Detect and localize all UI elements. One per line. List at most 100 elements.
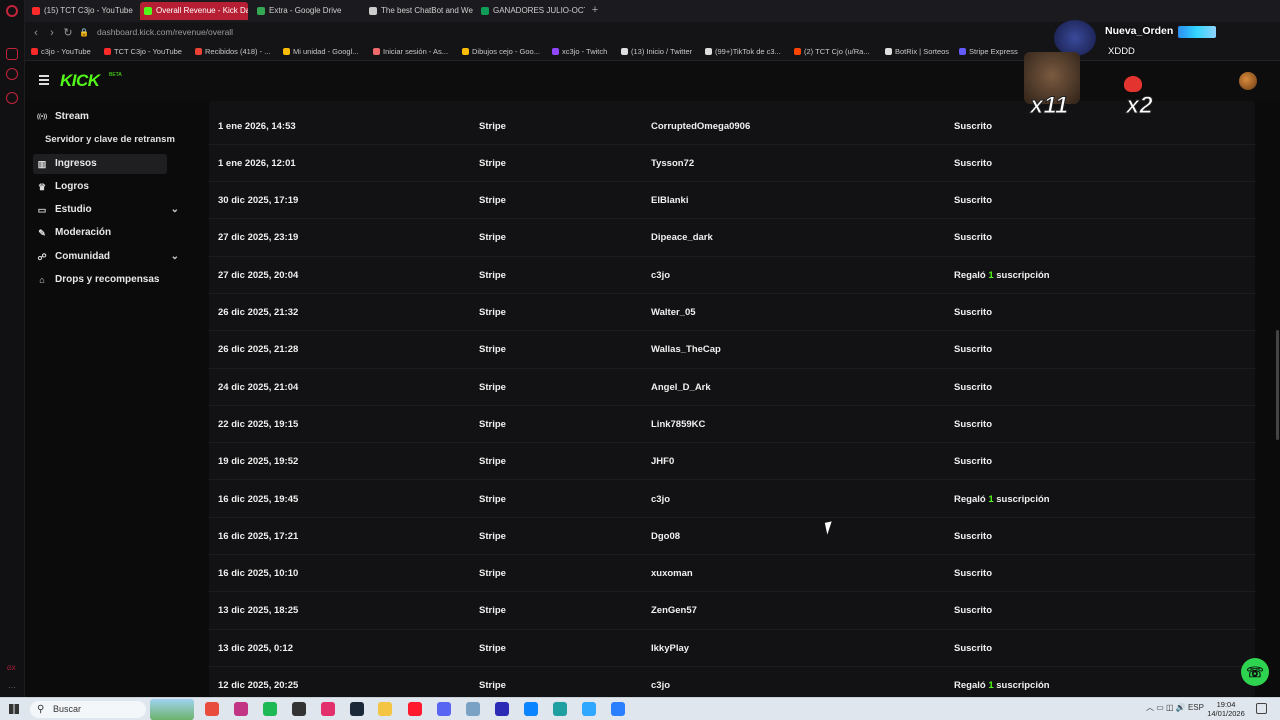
app-icon-13[interactable] bbox=[553, 702, 567, 716]
sidebar-item-drops[interactable]: ⌂ Drops y recompensas bbox=[33, 270, 183, 290]
bookmark-item[interactable]: Dibujos cejo - Goo... bbox=[462, 47, 540, 56]
row-username: Angel_D_Ark bbox=[651, 381, 711, 393]
bookmark-item[interactable]: (99+)TikTok de c3... bbox=[705, 47, 781, 56]
row-type: Suscrito bbox=[954, 642, 993, 654]
opera-logo-icon[interactable] bbox=[6, 5, 18, 17]
browser-tab[interactable]: The best ChatBot and Web bbox=[365, 2, 473, 20]
row-date: 19 dic 2025, 19:52 bbox=[218, 456, 299, 468]
table-row: 1 ene 2026, 12:01 Stripe Tysson72 Suscrito bbox=[209, 145, 1255, 183]
new-tab-button[interactable]: + bbox=[589, 4, 601, 16]
notification-icon[interactable] bbox=[1256, 703, 1267, 714]
system-tray[interactable]: ︿ ▭ ◫ 🔊 ESP bbox=[1146, 702, 1204, 713]
folder-icon[interactable] bbox=[378, 702, 392, 716]
table-row: 26 dic 2025, 21:32 Stripe Walter_05 Suscrit… bbox=[209, 294, 1255, 332]
table-row: 26 dic 2025, 21:28 Stripe Wallas_TheCap Sus… bbox=[209, 331, 1255, 369]
taskbar-clock[interactable]: 19:04 14/01/2026 bbox=[1206, 700, 1246, 718]
browser-tab[interactable]: GANADORES JULIO-OCT bbox=[477, 2, 585, 20]
bookmark-rail-icon[interactable] bbox=[6, 48, 18, 60]
row-date: 26 dic 2025, 21:32 bbox=[218, 307, 299, 318]
table-row: 13 dic 2025, 18:25 Stripe ZenGen57 Suscrito bbox=[209, 592, 1255, 630]
scrollbar-thumb[interactable] bbox=[1276, 330, 1279, 440]
sidebar-item-label: Drops y recompensas bbox=[55, 274, 160, 285]
edge-icon[interactable] bbox=[524, 702, 538, 716]
steam-icon[interactable] bbox=[350, 702, 364, 716]
table-row: 30 dic 2025, 17:19 Stripe ElBlanki Suscrito bbox=[209, 182, 1255, 220]
weather-widget-icon[interactable] bbox=[150, 699, 194, 720]
users-icon: ☍ bbox=[37, 252, 47, 262]
tab-label: (15) TCT C3jo - YouTube bbox=[44, 6, 133, 15]
bookmark-item[interactable]: Recibidos (418) - ... bbox=[195, 47, 270, 56]
epic-icon[interactable] bbox=[292, 702, 306, 716]
bookmark-item[interactable]: xc3jo - Twitch bbox=[552, 47, 607, 56]
tab-favicon-icon bbox=[32, 7, 40, 15]
app-icon-15[interactable] bbox=[611, 702, 625, 716]
bookmark-item[interactable]: (2) TCT Cjo (u/Ra... bbox=[794, 47, 870, 56]
opera-icon[interactable] bbox=[408, 702, 422, 716]
tray-icons[interactable]: ︿ ▭ ◫ 🔊 bbox=[1146, 703, 1188, 712]
sidebar-item-stream[interactable]: ((•)) Stream bbox=[33, 107, 167, 127]
bookmark-item[interactable]: Mi unidad - Googl... bbox=[283, 47, 358, 56]
sidebar-item-revenue[interactable]: ▥ Ingresos bbox=[33, 154, 167, 174]
bookmark-item[interactable]: BotRix | Sorteos bbox=[885, 47, 949, 56]
search-icon: ⚲ bbox=[37, 704, 45, 715]
language-indicator[interactable]: ESP bbox=[1188, 703, 1204, 712]
url-field[interactable]: dashboard.kick.com/revenue/overall bbox=[97, 27, 233, 37]
messenger-rail-icon[interactable] bbox=[6, 68, 18, 80]
row-date: 12 dic 2025, 20:25 bbox=[218, 680, 299, 691]
gift-icon: ⌂ bbox=[39, 275, 45, 285]
app-icon-2[interactable] bbox=[234, 702, 248, 716]
user-avatar[interactable] bbox=[1239, 72, 1257, 90]
chevron-down-icon[interactable]: ⌄ bbox=[171, 200, 179, 220]
row-payment-method: Stripe bbox=[479, 456, 506, 468]
kick-header: KICK BETA bbox=[25, 61, 1280, 101]
sidebar-item-label: Ingresos bbox=[55, 158, 97, 169]
more-rail-icon[interactable]: ··· bbox=[8, 683, 16, 692]
bookmark-item[interactable]: Stripe Express bbox=[959, 47, 1018, 56]
sidebar-item-label: Moderación bbox=[55, 227, 112, 238]
lock-icon: 🔒 bbox=[79, 28, 89, 37]
row-date: 27 dic 2025, 20:04 bbox=[218, 269, 299, 281]
app-icon-1[interactable] bbox=[205, 702, 219, 716]
bookmark-item[interactable]: TCT C3jo - YouTube bbox=[104, 47, 182, 56]
sidebar-item-moderation[interactable]: ✎ Moderación bbox=[33, 223, 167, 243]
tab-favicon-icon bbox=[369, 7, 377, 15]
row-payment-method: Stripe bbox=[479, 307, 506, 318]
rail-gx-icon[interactable]: GX bbox=[7, 666, 16, 672]
table-row: 16 dic 2025, 17:21 Stripe Dgo08 Suscrito bbox=[209, 518, 1255, 556]
browser-tab[interactable]: Overall Revenue - Kick Da bbox=[140, 2, 248, 20]
discord-icon[interactable] bbox=[437, 702, 451, 716]
forward-icon[interactable]: › bbox=[45, 26, 59, 40]
row-type: Regaló 1 suscripción bbox=[954, 481, 1050, 518]
kick-logo[interactable]: KICK bbox=[60, 71, 100, 91]
bookmark-item[interactable]: Iniciar sesión - As... bbox=[373, 47, 448, 56]
browser-tab[interactable]: Extra - Google Drive bbox=[253, 2, 361, 20]
spotify-icon[interactable] bbox=[263, 702, 277, 716]
support-chat-icon[interactable]: ☏ bbox=[1241, 658, 1269, 686]
premiere-icon[interactable] bbox=[495, 702, 509, 716]
row-date: 30 dic 2025, 17:19 bbox=[218, 195, 299, 207]
back-icon[interactable]: ‹ bbox=[29, 26, 43, 40]
whatsapp-rail-icon[interactable] bbox=[6, 92, 18, 104]
app-icon-10[interactable] bbox=[466, 702, 480, 716]
sidebar-item-studio[interactable]: ▭ Estudio ⌄ bbox=[33, 200, 179, 220]
row-type: Suscrito bbox=[954, 530, 993, 542]
bookmark-item[interactable]: c3jo - YouTube bbox=[31, 47, 91, 56]
menu-icon[interactable] bbox=[39, 75, 49, 85]
sidebar-item-achievements[interactable]: ♛ Logros bbox=[33, 177, 167, 197]
windows-start-icon[interactable] bbox=[9, 704, 19, 714]
bookmark-item[interactable]: (13) Inicio / Twitter bbox=[621, 47, 692, 56]
row-payment-method: Stripe bbox=[479, 232, 506, 244]
app-icon-5[interactable] bbox=[321, 702, 335, 716]
bookmark-label: Stripe Express bbox=[969, 47, 1018, 56]
row-username: IkkyPlay bbox=[651, 642, 690, 654]
browser-tab[interactable]: (15) TCT C3jo - YouTube bbox=[28, 2, 136, 20]
taskbar-search[interactable]: ⚲ Buscar bbox=[30, 701, 146, 718]
gift-label: Regaló bbox=[954, 493, 986, 505]
photoshop-icon[interactable] bbox=[582, 702, 596, 716]
sidebar-item-community[interactable]: ☍ Comunidad ⌄ bbox=[33, 247, 179, 267]
row-date: 13 dic 2025, 18:25 bbox=[218, 605, 299, 617]
sidebar-item-stream-key[interactable]: Servidor y clave de retransm bbox=[45, 130, 195, 150]
reload-icon[interactable]: ↻ bbox=[61, 26, 75, 40]
row-date: 13 dic 2025, 0:12 bbox=[218, 642, 293, 654]
chevron-down-icon[interactable]: ⌄ bbox=[171, 247, 179, 267]
